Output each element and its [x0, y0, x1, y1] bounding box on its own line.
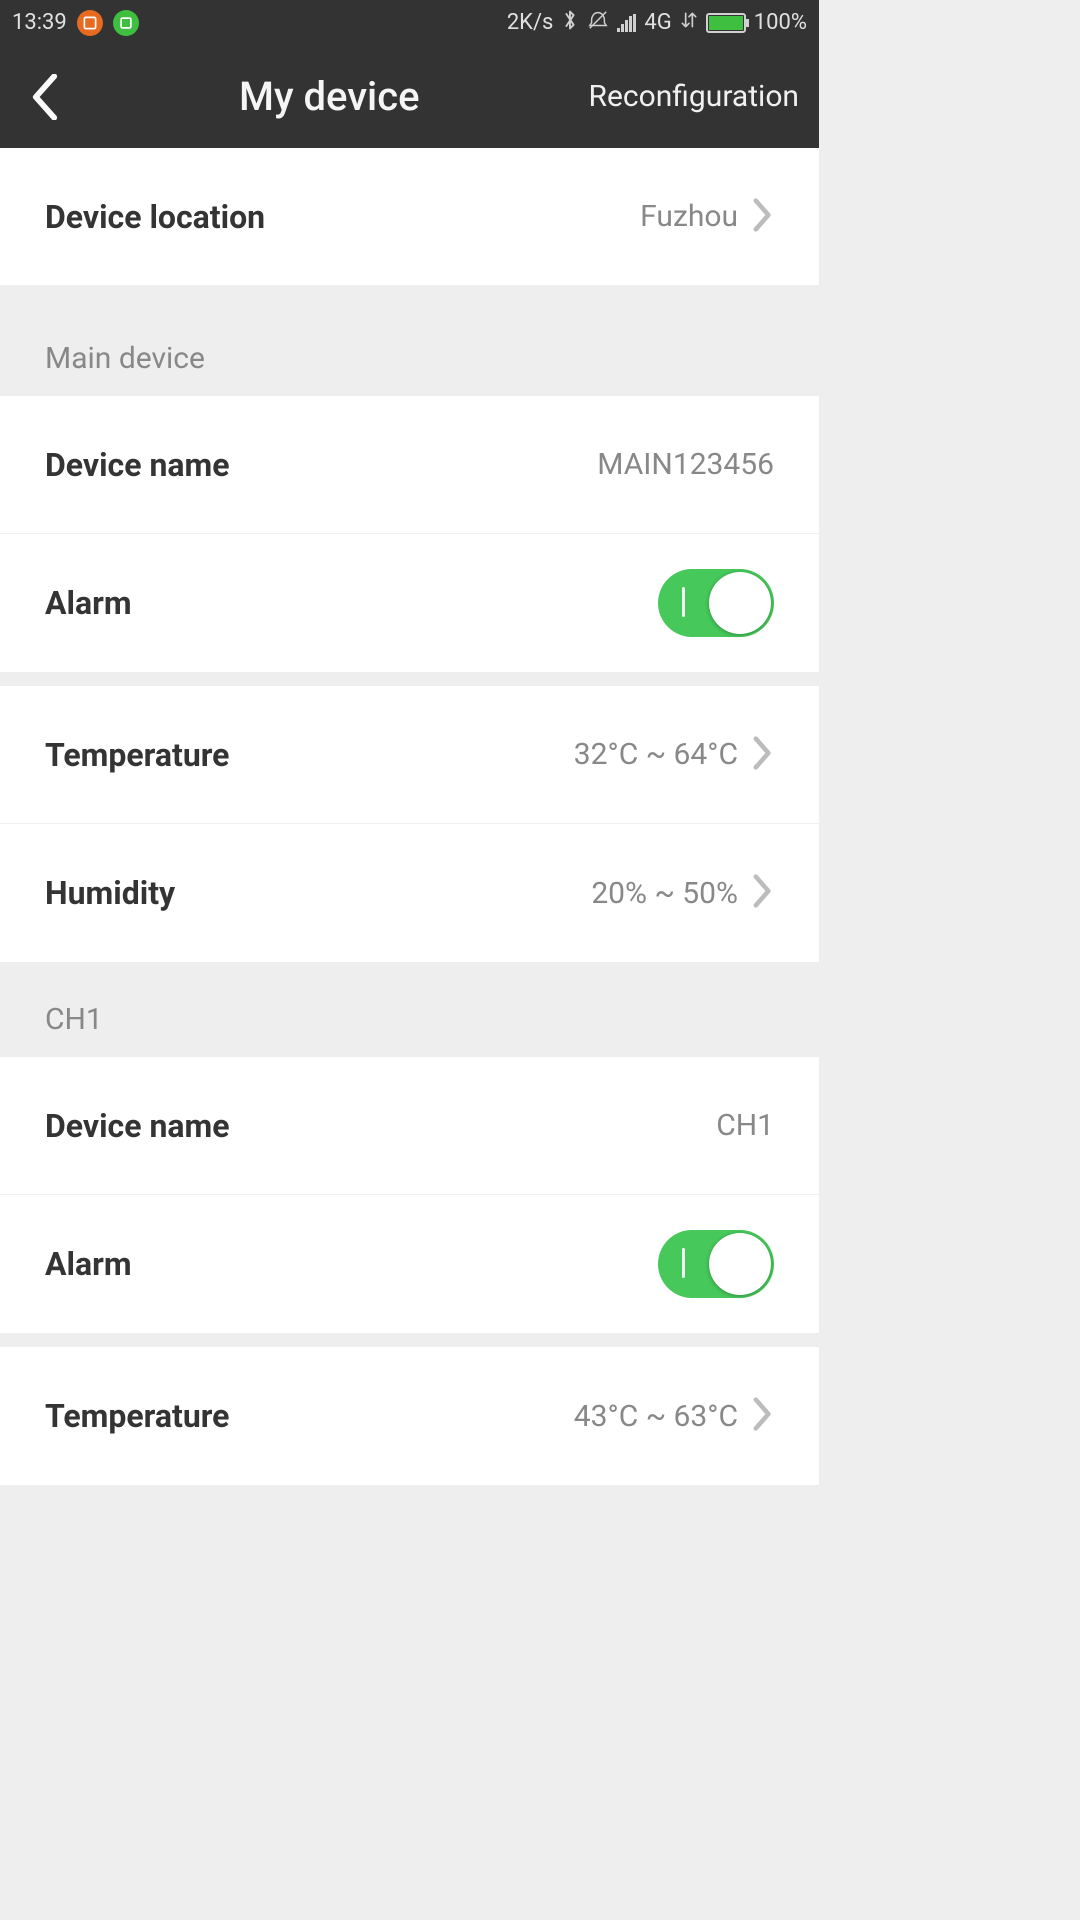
- ch1-device-name-row[interactable]: Device name CH1: [0, 1057, 819, 1195]
- page-title: My device: [70, 73, 589, 120]
- nav-bar: My device Reconfiguration: [0, 45, 819, 148]
- section-header-main-device: Main device: [0, 286, 819, 396]
- ch1-device-name-value: CH1: [716, 1108, 774, 1143]
- bluetooth-icon: [561, 8, 579, 38]
- status-bar: 13:39 2K/s 4G: [0, 0, 819, 45]
- main-device-name-value: MAIN123456: [597, 447, 774, 482]
- row-label: Temperature: [45, 1397, 229, 1435]
- row-label: Device name: [45, 1107, 230, 1145]
- main-humidity-value: 20% ~ 50%: [591, 876, 738, 911]
- device-location-value: Fuzhou: [640, 199, 738, 234]
- device-location-row[interactable]: Device location Fuzhou: [0, 148, 819, 286]
- chevron-right-icon: [752, 1396, 774, 1436]
- main-alarm-toggle[interactable]: [658, 569, 774, 637]
- mute-icon: [587, 9, 609, 37]
- ch1-alarm-toggle[interactable]: [658, 1230, 774, 1298]
- main-alarm-row: Alarm: [0, 534, 819, 672]
- main-temperature-value: 32°C ~ 64°C: [574, 737, 738, 772]
- recording-indicator-icon: [77, 10, 103, 36]
- row-label: Alarm: [45, 1245, 132, 1283]
- row-label: Alarm: [45, 584, 132, 622]
- section-header-ch1: CH1: [0, 962, 819, 1057]
- usb-debug-icon: [113, 10, 139, 36]
- chevron-right-icon: [752, 197, 774, 237]
- main-humidity-row[interactable]: Humidity 20% ~ 50%: [0, 824, 819, 962]
- battery-icon: [706, 13, 746, 33]
- signal-bars-icon: [617, 14, 636, 32]
- back-button[interactable]: [20, 72, 70, 122]
- status-time: 13:39: [12, 10, 67, 35]
- row-label: Temperature: [45, 736, 229, 774]
- status-net-speed: 2K/s: [507, 10, 554, 35]
- main-temperature-row[interactable]: Temperature 32°C ~ 64°C: [0, 686, 819, 824]
- device-location-label: Device location: [45, 198, 265, 236]
- status-battery-pct: 100%: [754, 10, 807, 35]
- ch1-temperature-row[interactable]: Temperature 43°C ~ 63°C: [0, 1347, 819, 1485]
- settings-list: Device location Fuzhou Main device Devic…: [0, 148, 819, 1485]
- ch1-temperature-value: 43°C ~ 63°C: [574, 1399, 738, 1434]
- status-net-type: 4G: [644, 10, 671, 35]
- ch1-alarm-row: Alarm: [0, 1195, 819, 1333]
- main-device-name-row[interactable]: Device name MAIN123456: [0, 396, 819, 534]
- chevron-right-icon: [752, 873, 774, 913]
- row-label: Humidity: [45, 874, 175, 912]
- reconfiguration-button[interactable]: Reconfiguration: [589, 79, 799, 114]
- chevron-right-icon: [752, 735, 774, 775]
- row-label: Device name: [45, 446, 230, 484]
- data-arrows-icon: [680, 10, 698, 36]
